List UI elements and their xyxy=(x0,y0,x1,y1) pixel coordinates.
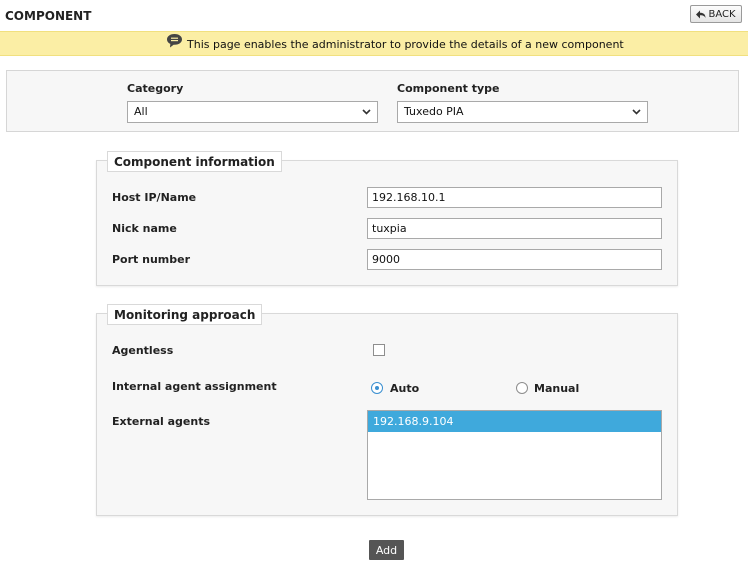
component-type-select-value: Tuxedo PIA xyxy=(404,105,464,118)
manual-radio-label[interactable]: Manual xyxy=(534,382,579,395)
host-label: Host IP/Name xyxy=(112,191,197,204)
port-number-input-value: 9000 xyxy=(372,253,400,266)
category-select-value: All xyxy=(134,105,148,118)
port-number-input[interactable]: 9000 xyxy=(367,249,662,270)
agentless-checkbox[interactable] xyxy=(373,344,385,356)
component-info-legend: Component information xyxy=(107,151,282,172)
speech-bubble-icon xyxy=(167,34,182,48)
external-agents-listbox[interactable]: 192.168.9.104 xyxy=(367,410,662,500)
add-button[interactable]: Add xyxy=(369,540,404,560)
agentless-label: Agentless xyxy=(112,344,174,357)
filter-panel: Category All Component type Tuxedo PIA xyxy=(6,70,739,132)
back-button-label: BACK xyxy=(708,8,736,20)
monitoring-legend: Monitoring approach xyxy=(107,304,263,325)
info-banner: This page enables the administrator to p… xyxy=(0,31,748,56)
banner-text: This page enables the administrator to p… xyxy=(187,38,624,51)
page-title: COMPONENT xyxy=(5,9,92,23)
chevron-down-icon xyxy=(362,109,371,115)
host-input-value: 192.168.10.1 xyxy=(372,191,446,204)
auto-radio-label[interactable]: Auto xyxy=(390,382,419,395)
page-header: COMPONENT BACK xyxy=(0,0,748,30)
external-agents-label: External agents xyxy=(112,415,211,428)
category-select[interactable]: All xyxy=(127,101,378,123)
manual-radio[interactable] xyxy=(516,382,528,394)
internal-agent-assignment-label: Internal agent assignment xyxy=(112,380,277,393)
nick-name-label: Nick name xyxy=(112,222,177,235)
auto-radio[interactable] xyxy=(371,382,383,394)
component-type-select[interactable]: Tuxedo PIA xyxy=(397,101,648,123)
list-item[interactable]: 192.168.9.104 xyxy=(368,411,661,432)
port-number-label: Port number xyxy=(112,253,191,266)
nick-name-input[interactable]: tuxpia xyxy=(367,218,662,239)
chevron-down-icon xyxy=(632,109,641,115)
back-arrow-icon xyxy=(696,10,706,18)
back-button[interactable]: BACK xyxy=(690,5,742,23)
component-type-label: Component type xyxy=(397,82,500,95)
nick-name-input-value: tuxpia xyxy=(372,222,407,235)
category-label: Category xyxy=(127,82,184,95)
host-input[interactable]: 192.168.10.1 xyxy=(367,187,662,208)
